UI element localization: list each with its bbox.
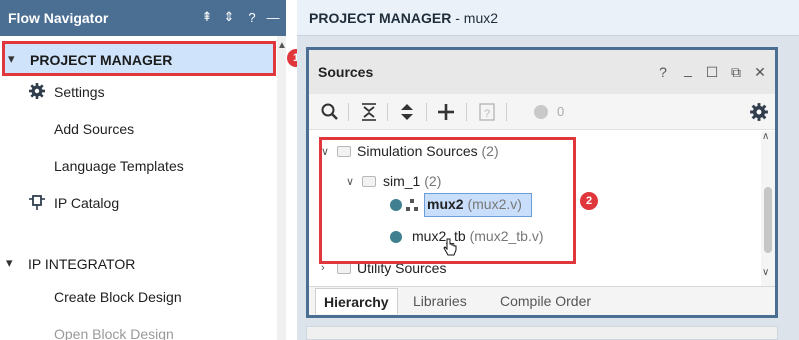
sources-panel: Sources ? _ ☐ ⧉ ✕ ? 0 ∨ Simulation Sourc… [306,47,778,318]
tree-scrollbar[interactable]: ∧ ∨ [761,131,775,286]
chevron-down-icon[interactable]: ▾ [6,255,13,271]
status-count: 0 [557,104,565,119]
nav-item-add-sources[interactable]: Add Sources [54,121,134,137]
expand-all-icon[interactable] [397,102,417,122]
sources-title: Sources [318,64,374,80]
ip-plug-icon [29,195,45,210]
project-manager-title: PROJECT MANAGER [309,10,452,26]
flow-navigator-panel: Flow Navigator ⇞ ⇕ ? — ▾ PROJECT MANAGER… [0,0,286,340]
sources-tree: ∨ Simulation Sources (2) ∨ sim_1 (2) mux… [309,131,775,286]
minimize-icon[interactable]: _ [680,61,696,77]
folder-icon [337,263,351,274]
nav-item-settings[interactable]: Settings [54,84,105,100]
section-project-manager[interactable]: ▾ PROJECT MANAGER [2,41,276,76]
properties-icon[interactable]: ? [477,102,497,122]
section-ip-integrator[interactable]: IP INTEGRATOR [28,256,135,272]
flow-navigator-scrollbar[interactable]: ▲ [277,36,287,340]
add-sources-icon[interactable] [436,102,456,122]
hand-cursor-icon [443,238,457,256]
nav-item-ip-catalog[interactable]: IP Catalog [54,195,119,211]
annotation-badge-2: 2 [580,192,598,210]
scroll-thumb[interactable] [764,187,772,253]
status-dot-icon [534,105,548,119]
scroll-up-icon[interactable]: ▲ [277,40,287,51]
expand-collapse-icon[interactable]: ⇕ [221,8,237,26]
scroll-up-icon[interactable]: ∧ [762,131,769,142]
page-title: PROJECT MANAGER - mux2 [309,10,498,26]
float-icon[interactable]: ⧉ [728,64,744,80]
collapse-all-icon[interactable]: ⇞ [199,8,215,26]
chevron-down-icon[interactable]: ▾ [8,51,15,67]
sources-tabs: Hierarchy Libraries Compile Order [309,286,775,315]
project-manager-header: PROJECT MANAGER - mux2 [297,0,799,36]
flow-navigator-header: Flow Navigator ⇞ ⇕ ? — [0,0,286,36]
gear-icon[interactable] [749,102,769,122]
lower-panel-edge [306,326,778,340]
section-label: PROJECT MANAGER [30,52,173,68]
sources-header: Sources ? _ ☐ ⧉ ✕ [309,50,775,94]
help-icon[interactable]: ? [244,8,260,26]
nav-item-open-block-design[interactable]: Open Block Design [54,326,174,340]
tab-compile-order[interactable]: Compile Order [492,288,599,314]
project-name: - mux2 [451,10,499,26]
help-icon[interactable]: ? [655,64,671,80]
tab-hierarchy[interactable]: Hierarchy [315,288,398,314]
gear-icon [29,83,45,99]
tab-libraries[interactable]: Libraries [405,288,475,314]
scroll-down-icon[interactable]: ∨ [762,267,769,278]
nav-item-create-block-design[interactable]: Create Block Design [54,289,182,305]
maximize-icon[interactable]: ☐ [704,64,720,80]
nav-item-language-templates[interactable]: Language Templates [54,158,184,174]
svg-text:?: ? [484,108,490,120]
flow-navigator-title: Flow Navigator [8,10,109,26]
close-icon[interactable]: ✕ [752,64,768,80]
sources-toolbar: ? 0 [309,94,775,130]
search-icon[interactable] [320,102,340,122]
minimize-icon[interactable]: — [265,8,281,26]
collapse-all-icon[interactable] [359,102,379,122]
